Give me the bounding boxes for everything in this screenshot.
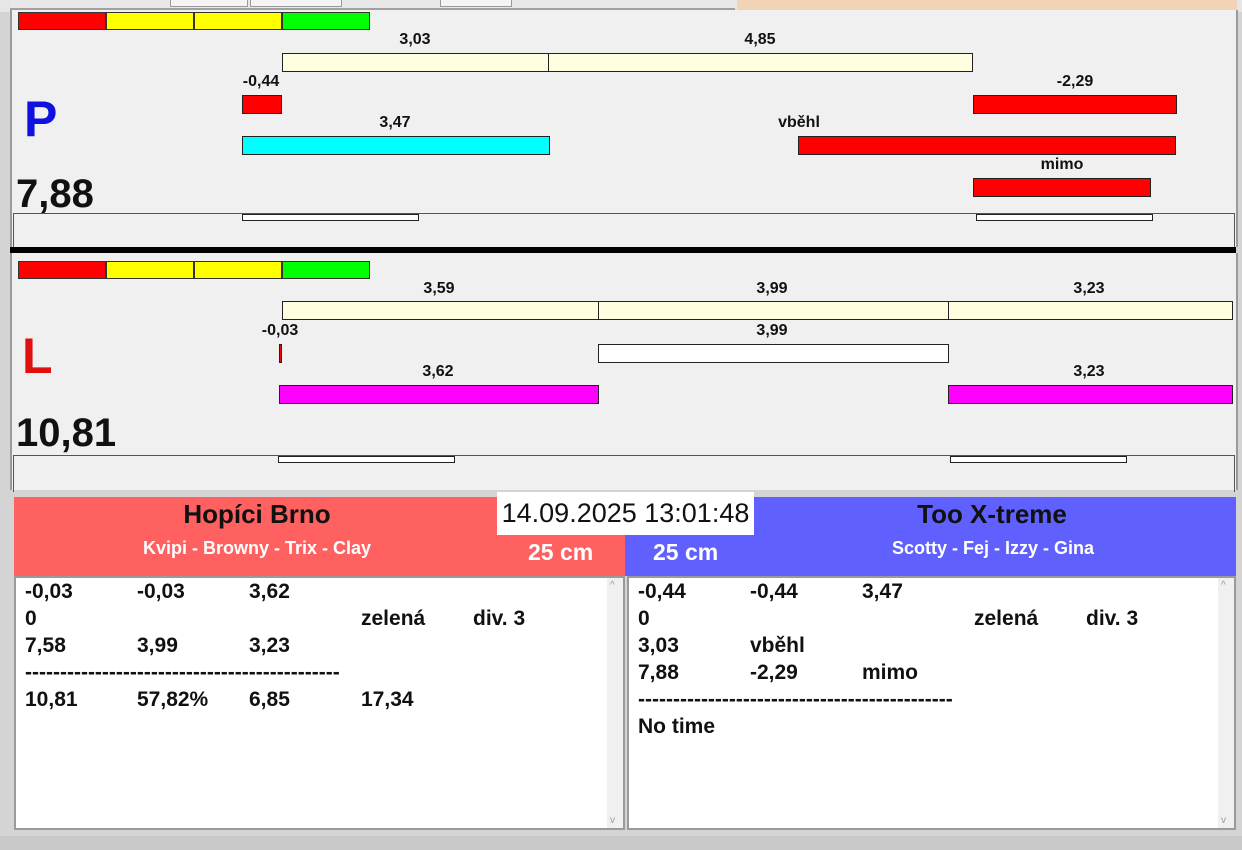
team-name: Hopíci Brno — [183, 499, 331, 529]
split-bar — [948, 301, 1233, 320]
reaction-bar — [242, 95, 282, 114]
lane-p: 3,03 4,85 -0,44 -2,29 3,47 vběhl mimo P … — [10, 10, 1238, 250]
result-cell: 57,82% — [137, 688, 209, 711]
reaction-label: -0,03 — [261, 322, 299, 339]
overrun-bar — [798, 136, 1176, 155]
result-cell: 6,85 — [249, 688, 290, 711]
result-cell: zelená — [974, 607, 1039, 630]
run-bar — [242, 136, 550, 155]
right-result-panel[interactable]: -0,44 -0,44 3,47 0 zelená div. 3 3,03 vb… — [627, 576, 1236, 830]
run-label: 3,47 — [379, 114, 411, 131]
lane-letter: P — [24, 91, 58, 147]
lane-letter: L — [22, 328, 53, 384]
run-bar — [948, 385, 1233, 404]
mid-label: 3,99 — [756, 322, 788, 339]
reaction-label: -0,44 — [242, 73, 280, 90]
team-name: Too X-treme — [917, 499, 1067, 529]
result-cell: -0,44 — [750, 580, 798, 603]
result-cell: zelená — [361, 607, 426, 630]
split-bar — [282, 53, 549, 72]
jump-height: 25 cm — [653, 539, 719, 565]
split-label: 4,85 — [744, 31, 776, 48]
split-bar — [598, 301, 949, 320]
top-right-strip — [737, 0, 1237, 10]
result-cell: 3,23 — [249, 634, 290, 657]
result-cell: 3,99 — [137, 634, 178, 657]
left-result-panel[interactable]: -0,03 -0,03 3,62 0 zelená div. 3 7,58 3,… — [14, 576, 625, 830]
result-cell: 10,81 — [25, 688, 78, 711]
result-cell: 3,62 — [249, 580, 290, 603]
split-label: 3,03 — [399, 31, 431, 48]
footer-outline — [242, 214, 419, 221]
result-cell: 3,03 — [638, 634, 679, 657]
result-cell: 0 — [638, 607, 650, 630]
result-cell: -0,03 — [25, 580, 73, 603]
overrun-label: vběhl — [778, 114, 820, 131]
light-green — [282, 12, 370, 30]
miss-bar — [973, 178, 1151, 197]
split-label: 3,99 — [756, 280, 788, 297]
result-cell: mimo — [862, 661, 919, 684]
scroll-down-icon[interactable]: v — [610, 815, 615, 826]
tab-bar — [10, 0, 735, 10]
result-cell: vběhl — [750, 634, 805, 657]
result-cell: No time — [638, 715, 716, 738]
tab-3[interactable] — [440, 0, 512, 7]
tab-1[interactable] — [170, 0, 248, 7]
scroll-up-icon[interactable]: ^ — [610, 580, 615, 591]
footer-outline — [278, 456, 455, 463]
light-yellow-1 — [106, 261, 194, 279]
divider-line: ----------------------------------------… — [638, 688, 953, 711]
run-label: 3,62 — [422, 363, 454, 380]
fault-label: -2,29 — [1056, 73, 1094, 90]
result-cell: 7,88 — [638, 661, 679, 684]
status-bar — [0, 836, 1242, 850]
vertical-scrollbar[interactable]: ^ v — [1218, 578, 1234, 828]
lane-total: 10,81 — [16, 411, 117, 455]
jump-height: 25 cm — [528, 539, 594, 565]
split-bar — [282, 301, 599, 320]
result-cell: 7,58 — [25, 634, 66, 657]
fault-bar — [973, 95, 1177, 114]
light-yellow-2 — [194, 12, 282, 30]
light-red — [18, 12, 106, 30]
run-label: 3,23 — [1073, 363, 1105, 380]
scroll-up-icon[interactable]: ^ — [1221, 580, 1226, 591]
team-dogs: Scotty - Fej - Izzy - Gina — [891, 538, 1095, 558]
result-cell: -0,44 — [638, 580, 686, 603]
light-yellow-1 — [106, 12, 194, 30]
reaction-bar — [279, 344, 282, 363]
run-bar — [279, 385, 599, 404]
divider-line: ----------------------------------------… — [25, 661, 340, 684]
footer-outline — [976, 214, 1153, 221]
result-cell: -2,29 — [750, 661, 798, 684]
split-label: 3,59 — [423, 280, 455, 297]
lane-l: 3,59 3,99 3,23 -0,03 3,99 3,62 3,23 L 10… — [10, 253, 1238, 492]
result-cell: 0 — [25, 607, 37, 630]
split-label: 3,23 — [1073, 280, 1105, 297]
split-bar — [548, 53, 973, 72]
datetime: 14.09.2025 13:01:48 — [497, 492, 754, 535]
result-cell: 17,34 — [361, 688, 414, 711]
miss-label: mimo — [1040, 156, 1084, 173]
result-cell: -0,03 — [137, 580, 185, 603]
light-green — [282, 261, 370, 279]
light-yellow-2 — [194, 261, 282, 279]
vertical-scrollbar[interactable]: ^ v — [607, 578, 623, 828]
team-dogs: Kvipi - Browny - Trix - Clay — [142, 538, 372, 558]
result-cell: div. 3 — [1086, 607, 1139, 630]
lane-total: 7,88 — [16, 172, 94, 216]
light-red — [18, 261, 106, 279]
result-cell: 3,47 — [862, 580, 903, 603]
scroll-down-icon[interactable]: v — [1221, 815, 1226, 826]
footer-outline — [950, 456, 1127, 463]
mid-bar — [598, 344, 949, 363]
tab-2[interactable] — [250, 0, 342, 7]
result-cell: div. 3 — [473, 607, 526, 630]
